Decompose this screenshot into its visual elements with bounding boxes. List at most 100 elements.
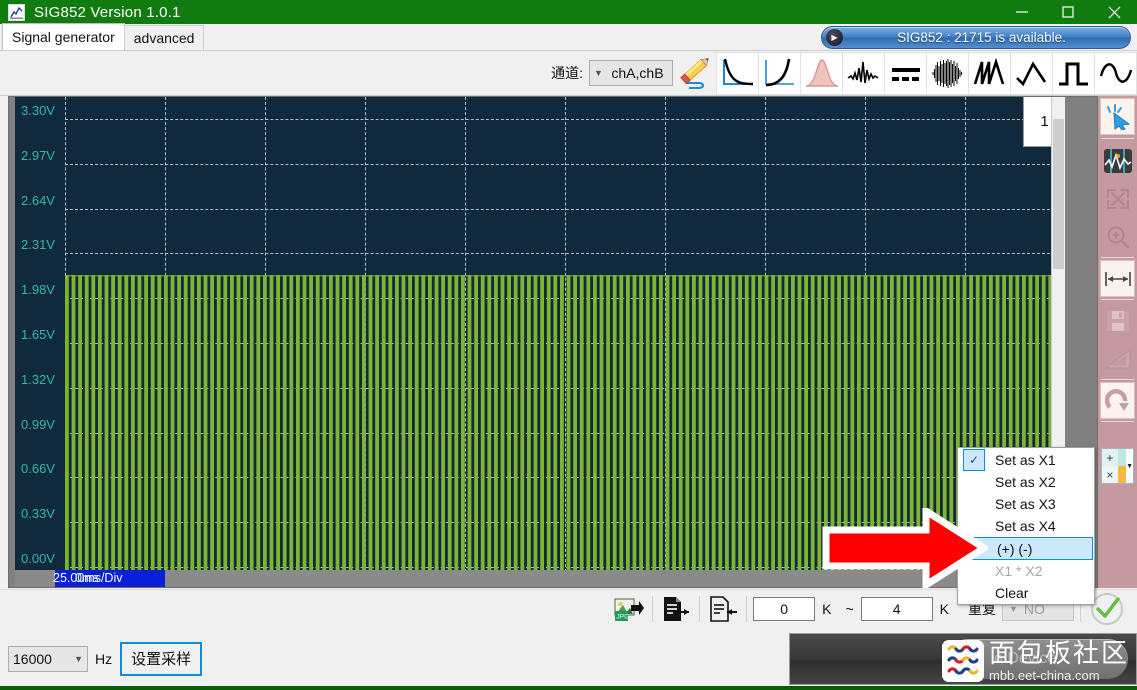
divider: [652, 595, 654, 622]
tab-signal-generator-label: Signal generator: [12, 29, 115, 45]
play-icon: ▶: [826, 29, 843, 46]
color-swatches: [1117, 449, 1127, 483]
y-axis: 3.30V 2.97V 2.64V 2.31V 1.98V 1.65V 1.32V 0.99V…: [15, 97, 65, 572]
context-menu-item-label: Set as X1: [995, 452, 1056, 468]
pencil-edit-icon[interactable]: [677, 56, 713, 90]
range-to-value: 4: [892, 600, 901, 617]
time-origin-label: 0ms: [75, 571, 99, 585]
y-axis-tick: 1.32V: [21, 371, 55, 387]
y-axis-tick: 0.66V: [21, 461, 55, 477]
sample-rate-select[interactable]: 16000 ▼: [8, 645, 88, 672]
close-button[interactable]: [1091, 0, 1137, 24]
divider: [699, 595, 701, 622]
sample-rate-value: 16000: [13, 650, 52, 667]
device-label: o Device: [994, 650, 1057, 667]
wave-square-button[interactable]: [1052, 51, 1095, 95]
grid-line-horizontal: [65, 163, 1065, 165]
horizontal-span-tool[interactable]: [1100, 260, 1135, 297]
oscilloscope-plot[interactable]: 3.30V 2.97V 2.64V 2.31V 1.98V 1.65V 1.32V 0.99V…: [15, 97, 1065, 572]
save-tool[interactable]: [1100, 302, 1135, 339]
y-axis-tick: 3.30V: [21, 103, 55, 118]
wave-dense-noise-button[interactable]: [926, 51, 969, 95]
divider: [746, 595, 748, 622]
wave-sine-button[interactable]: [1094, 51, 1137, 95]
y-axis-tick: 0.33V: [21, 506, 55, 522]
y-axis-tick: 2.97V: [21, 147, 55, 163]
chevron-down-icon: ▼: [74, 653, 83, 664]
grid-line-horizontal: [65, 208, 1065, 210]
application-window: SIG852 Version 1.0.1 Signal generator ad…: [0, 0, 1137, 690]
set-sample-button[interactable]: 设置采样: [120, 641, 203, 676]
chevron-down-icon: ▼: [1009, 603, 1018, 614]
redo-tool[interactable]: [1100, 382, 1135, 419]
wave-exp-decay-button[interactable]: [716, 51, 759, 95]
waveform-toolbar: 通道: ▼ chA,chB: [0, 51, 1137, 96]
fit-expand-tool[interactable]: [1100, 180, 1135, 217]
wave-exp-rise-button[interactable]: [758, 51, 801, 95]
window-title: SIG852 Version 1.0.1: [34, 3, 181, 21]
svg-text:JPG: JPG: [617, 613, 630, 620]
wave-gaussian-button[interactable]: [800, 51, 843, 95]
series-color-button[interactable]: + × ▼: [1101, 448, 1134, 484]
tab-advanced-label: advanced: [133, 30, 195, 46]
range-to-input[interactable]: 4: [860, 596, 933, 621]
grid-line-horizontal: [65, 253, 1065, 255]
y-axis-tick: 0.00V: [21, 551, 55, 566]
swatch-bottom: [1117, 466, 1127, 483]
context-menu-item-label: Set as X3: [995, 496, 1056, 512]
range-separator: ~: [845, 600, 854, 617]
zoom-in-tool[interactable]: [1100, 218, 1135, 255]
context-menu-item-label: Clear: [995, 585, 1029, 601]
title-bar: SIG852 Version 1.0.1: [0, 0, 1137, 24]
range-from-unit: K: [822, 600, 832, 617]
cursor-select-tool[interactable]: [1100, 98, 1135, 135]
range-from-input[interactable]: 0: [753, 596, 816, 621]
taskbar-sliver: [0, 686, 1137, 690]
range-from-value: 0: [780, 600, 789, 617]
y-axis-tick: 1.65V: [21, 327, 55, 342]
series-ops: + ×: [1102, 449, 1118, 483]
wave-triangle-button[interactable]: [1010, 51, 1053, 95]
y-axis-tick: 2.31V: [21, 237, 55, 253]
wave-sawtooth-button[interactable]: [968, 51, 1011, 95]
tab-advanced[interactable]: advanced: [123, 25, 205, 50]
grid-line-horizontal: [65, 119, 1065, 120]
remove-series-icon[interactable]: ×: [1102, 466, 1118, 483]
export-document-icon[interactable]: [659, 593, 693, 625]
context-menu-item[interactable]: ✓ Set as X1: [958, 449, 1094, 471]
chevron-down-icon: ▼: [594, 68, 603, 78]
sample-rate-unit: Hz: [95, 650, 113, 667]
context-menu-item-label: Set as X4: [995, 518, 1056, 534]
context-menu-item-label: (+) (-): [997, 540, 1033, 557]
wave-noise-button[interactable]: [842, 51, 885, 95]
export-jpg-icon[interactable]: JPG: [612, 593, 646, 625]
range-to-unit: K: [939, 600, 949, 617]
check-icon: ✓: [963, 449, 985, 471]
ruler-tool[interactable]: [1100, 340, 1135, 377]
plot-vertical-scroll-thumb[interactable]: [1053, 119, 1064, 269]
set-sample-button-label: 设置采样: [131, 651, 192, 668]
channel-label: 通道:: [551, 65, 583, 81]
waveform-type-buttons: [716, 51, 1137, 95]
chevron-down-icon[interactable]: ▼: [1126, 449, 1133, 483]
measure-waveform-tool[interactable]: [1100, 142, 1135, 179]
status-badge[interactable]: ▶ SIG852 : 21715 is available.: [821, 26, 1131, 49]
window-controls: [999, 0, 1137, 24]
context-menu-item[interactable]: Set as X2: [958, 471, 1094, 493]
import-document-icon[interactable]: [706, 593, 740, 625]
y-axis-tick: 1.98V: [21, 282, 55, 298]
channel-select[interactable]: ▼ chA,chB: [589, 60, 673, 86]
maximize-button[interactable]: [1045, 0, 1091, 24]
status-badge-label: SIG852 : 21715 is available.: [897, 30, 1066, 45]
y-axis-tick: 0.99V: [21, 416, 55, 432]
channel-number-label: 1: [1040, 113, 1049, 130]
add-series-icon[interactable]: +: [1102, 449, 1118, 466]
tab-signal-generator[interactable]: Signal generator: [2, 23, 125, 50]
device-panel: o Device: [789, 633, 1137, 685]
context-menu-item-label: Set as X2: [995, 474, 1056, 490]
wave-dash-line-button[interactable]: [884, 51, 927, 95]
minimize-button[interactable]: [999, 0, 1045, 24]
red-right-arrow-annotation: [818, 504, 991, 592]
plot-tools-sidebar: + × ▼: [1098, 96, 1137, 588]
channel-select-value: chA,chB: [611, 65, 664, 81]
